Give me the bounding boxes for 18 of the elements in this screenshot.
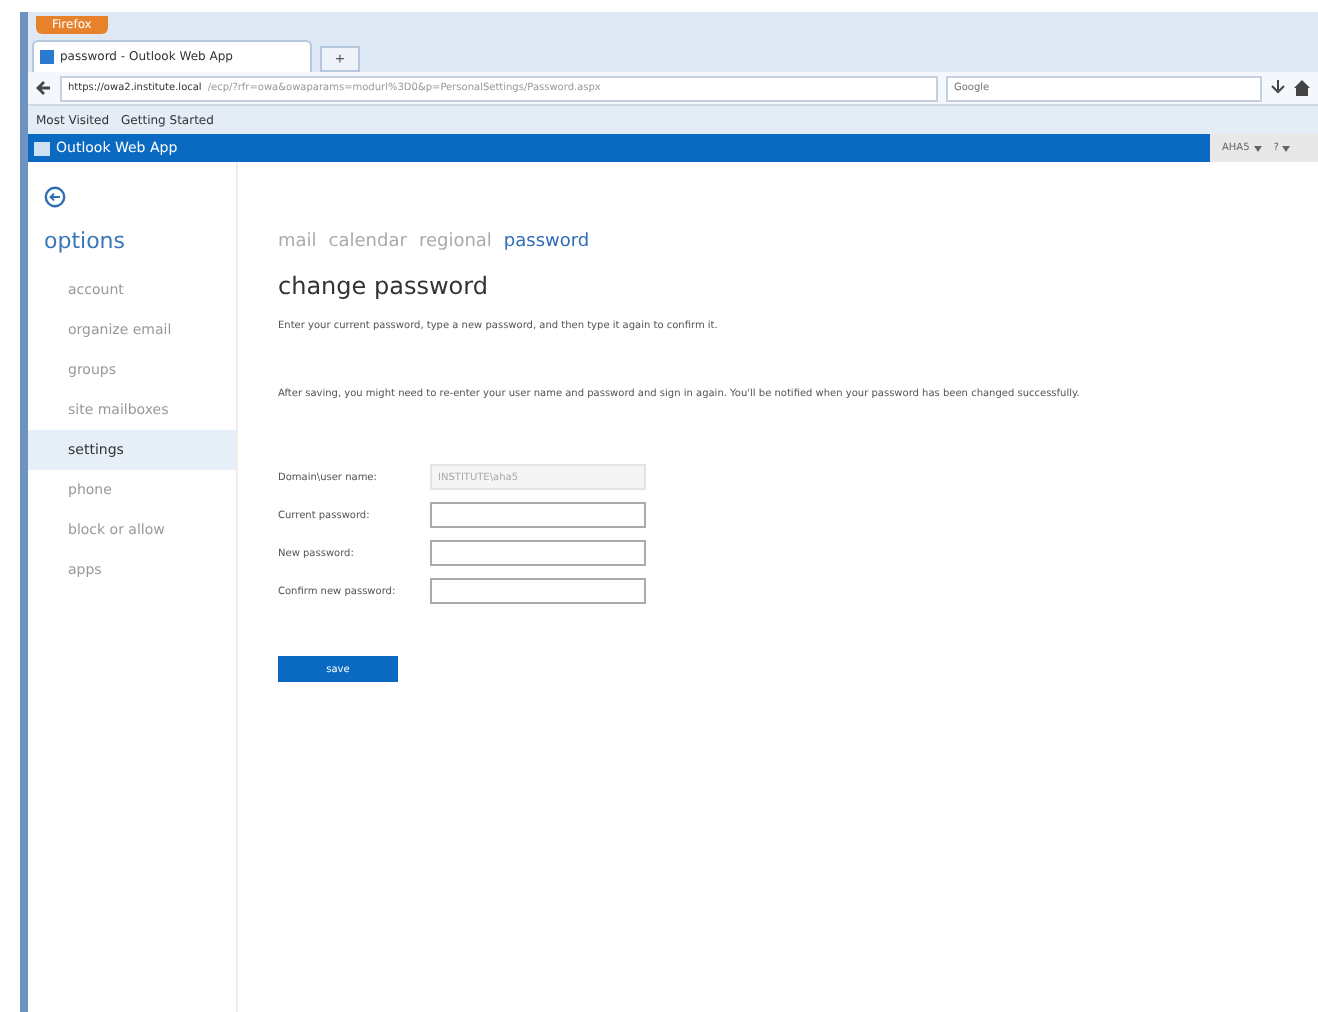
sidebar-heading: options <box>42 226 128 258</box>
input-field[interactable] <box>430 578 646 604</box>
tab[interactable]: calendar <box>328 232 407 252</box>
new-tab-button[interactable]: + <box>320 46 360 72</box>
caret-icon[interactable] <box>1253 145 1262 151</box>
input-field[interactable] <box>430 502 646 528</box>
tab[interactable]: regional <box>418 232 492 252</box>
tab[interactable]: mail <box>278 232 317 252</box>
tab[interactable]: password <box>503 232 590 252</box>
app-logo-icon <box>34 141 50 155</box>
download-icon[interactable] <box>1270 80 1286 96</box>
caret-icon[interactable] <box>1282 145 1291 151</box>
page-icon <box>40 50 54 64</box>
page-heading: change password <box>278 272 490 300</box>
home-icon[interactable] <box>1294 80 1310 96</box>
back-icon[interactable] <box>36 80 52 96</box>
back-icon[interactable] <box>44 186 66 208</box>
input-field[interactable] <box>430 540 646 566</box>
